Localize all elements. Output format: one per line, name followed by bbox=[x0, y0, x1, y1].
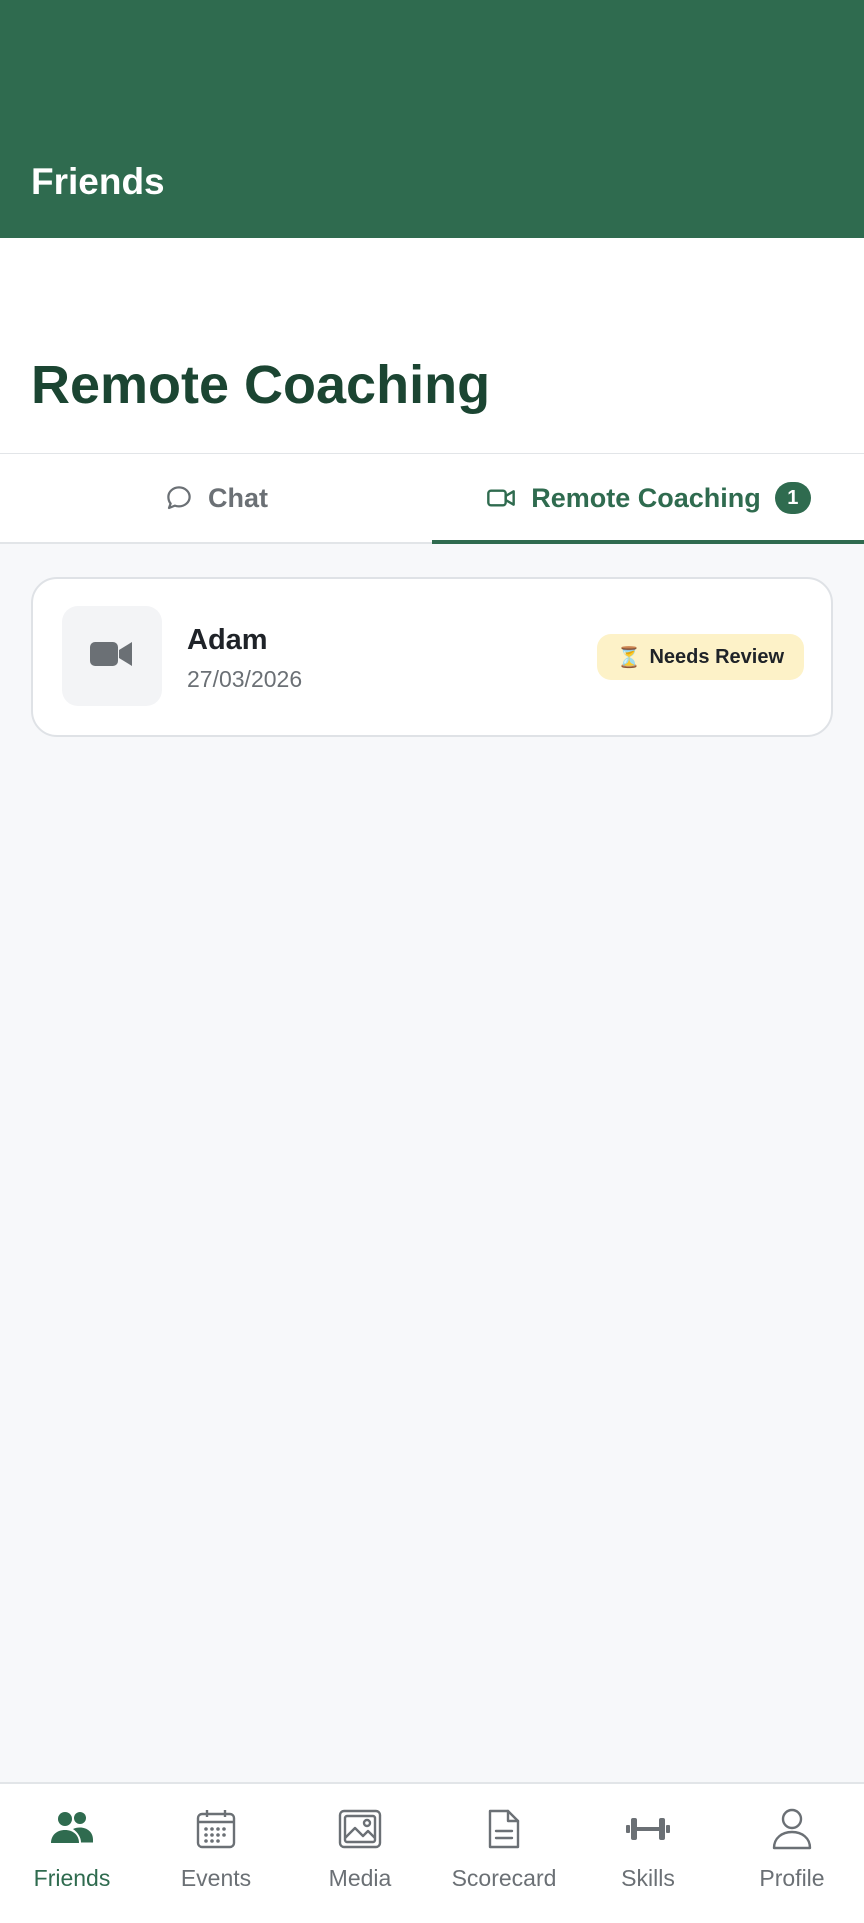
video-camera-icon bbox=[485, 482, 517, 514]
page-title: Remote Coaching bbox=[31, 355, 491, 415]
nav-item-scorecard[interactable]: Scorecard bbox=[432, 1784, 576, 1923]
friends-icon bbox=[49, 1806, 95, 1852]
tab-remote-coaching[interactable]: Remote Coaching 1 bbox=[432, 454, 864, 544]
tab-chat[interactable]: Chat bbox=[0, 454, 432, 542]
app-bar-title: Friends bbox=[31, 161, 165, 202]
nav-label-profile: Profile bbox=[759, 1865, 825, 1891]
tab-remote-coaching-label: Remote Coaching bbox=[531, 482, 761, 513]
status-badge: ⏳ Needs Review bbox=[596, 634, 804, 680]
page-header: Remote Coaching bbox=[0, 238, 864, 454]
status-label: Needs Review bbox=[649, 645, 784, 668]
nav-label-friends: Friends bbox=[33, 1865, 111, 1891]
nav-label-media: Media bbox=[328, 1865, 392, 1891]
tab-bar: Chat Remote Coaching 1 bbox=[0, 454, 864, 544]
nav-label-skills: Skills bbox=[621, 1865, 675, 1891]
dumbbell-icon bbox=[625, 1806, 671, 1852]
session-thumbnail bbox=[62, 606, 162, 706]
session-user-name: Adam bbox=[187, 624, 268, 656]
tab-chat-label: Chat bbox=[208, 482, 268, 513]
video-camera-icon bbox=[90, 639, 134, 674]
nav-label-events: Events bbox=[180, 1865, 252, 1891]
app-bar: Friends bbox=[0, 0, 864, 238]
nav-item-media[interactable]: Media bbox=[288, 1784, 432, 1923]
nav-item-friends[interactable]: Friends bbox=[0, 1784, 144, 1923]
coaching-session-card[interactable]: Adam 27/03/2026 ⏳ Needs Review bbox=[31, 577, 833, 737]
session-date: 27/03/2026 bbox=[187, 666, 303, 692]
nav-item-events[interactable]: Events bbox=[144, 1784, 288, 1923]
app-screen: Friends Remote Coaching Chat Remote Coac… bbox=[0, 0, 864, 1923]
nav-item-profile[interactable]: Profile bbox=[720, 1784, 864, 1923]
chat-bubble-icon bbox=[164, 483, 194, 513]
nav-label-scorecard: Scorecard bbox=[451, 1865, 557, 1891]
image-gallery-icon bbox=[337, 1806, 383, 1852]
document-icon bbox=[481, 1806, 527, 1852]
user-icon bbox=[769, 1806, 815, 1852]
bottom-navigation: Friends Events Media Scorecard Skills Pr… bbox=[0, 1782, 864, 1923]
hourglass-icon: ⏳ bbox=[616, 645, 642, 669]
calendar-icon bbox=[193, 1806, 239, 1852]
tab-count-badge: 1 bbox=[774, 482, 811, 514]
nav-item-skills[interactable]: Skills bbox=[576, 1784, 720, 1923]
